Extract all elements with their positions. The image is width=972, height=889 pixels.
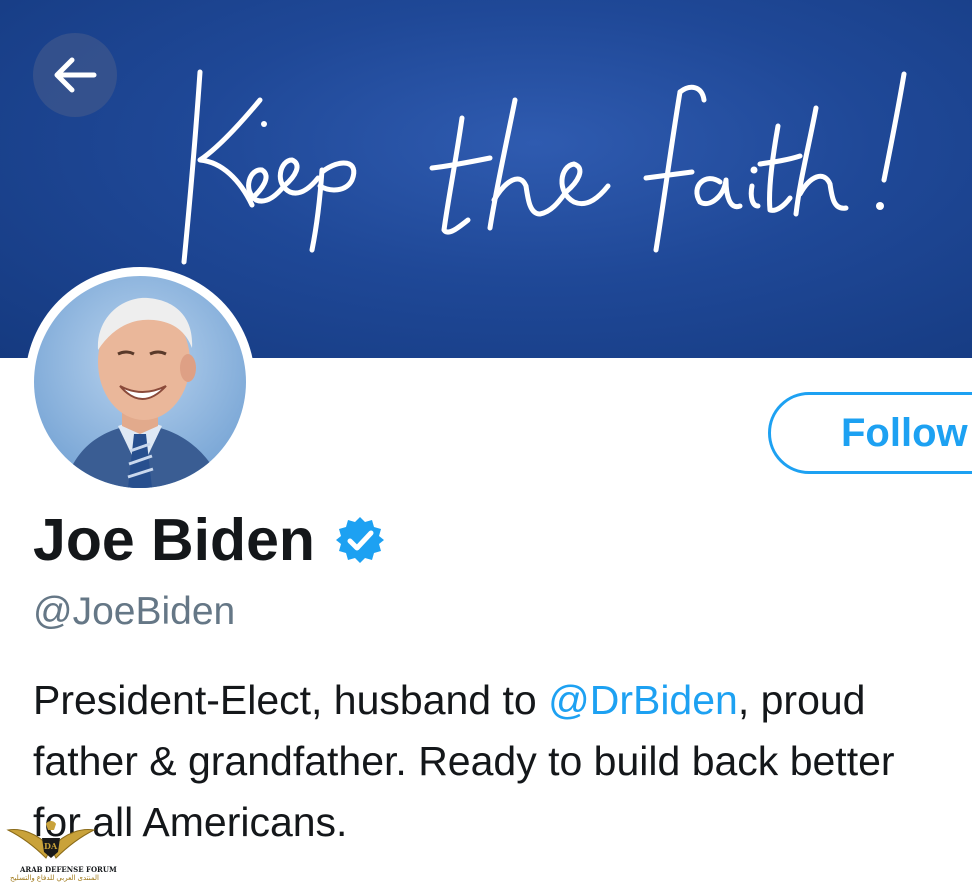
- verified-badge-icon: [335, 515, 385, 565]
- eagle-wings-icon: DA: [6, 821, 96, 859]
- bio-text-1: President-Elect, husband to: [33, 677, 549, 723]
- follow-label: Follow: [841, 410, 968, 455]
- bio-mention-link[interactable]: @DrBiden: [548, 677, 738, 723]
- user-handle: @JoeBiden: [33, 590, 236, 633]
- watermark-logo: DA ARAB DEFENSE FORUM المنتدى العربي للد…: [6, 818, 117, 886]
- follow-button[interactable]: Follow: [768, 392, 972, 474]
- name-row: Joe Biden: [33, 500, 385, 580]
- watermark-logo-letters: DA: [44, 841, 58, 851]
- bio-line-2: father & grandfather. Ready to build bac…: [33, 738, 895, 784]
- watermark-text-1: ARAB DEFENSE FORUM: [20, 865, 117, 874]
- display-name: Joe Biden: [33, 507, 315, 573]
- arrow-left-icon: [54, 57, 97, 93]
- profile-page: Follow Joe Biden @JoeBiden President-Ele…: [0, 0, 972, 889]
- avatar[interactable]: [25, 267, 255, 497]
- bio-line-1: President-Elect, husband to @DrBiden, pr…: [33, 670, 972, 731]
- profile-bio: President-Elect, husband to @DrBiden, pr…: [33, 670, 972, 853]
- back-button[interactable]: [33, 33, 117, 117]
- watermark-text-2: المنتدى العربي للدفاع والتسليح: [10, 875, 99, 882]
- avatar-photo: [34, 276, 246, 488]
- bio-text-2: , proud: [737, 677, 866, 723]
- bio-line-3: for all Americans.: [33, 799, 348, 845]
